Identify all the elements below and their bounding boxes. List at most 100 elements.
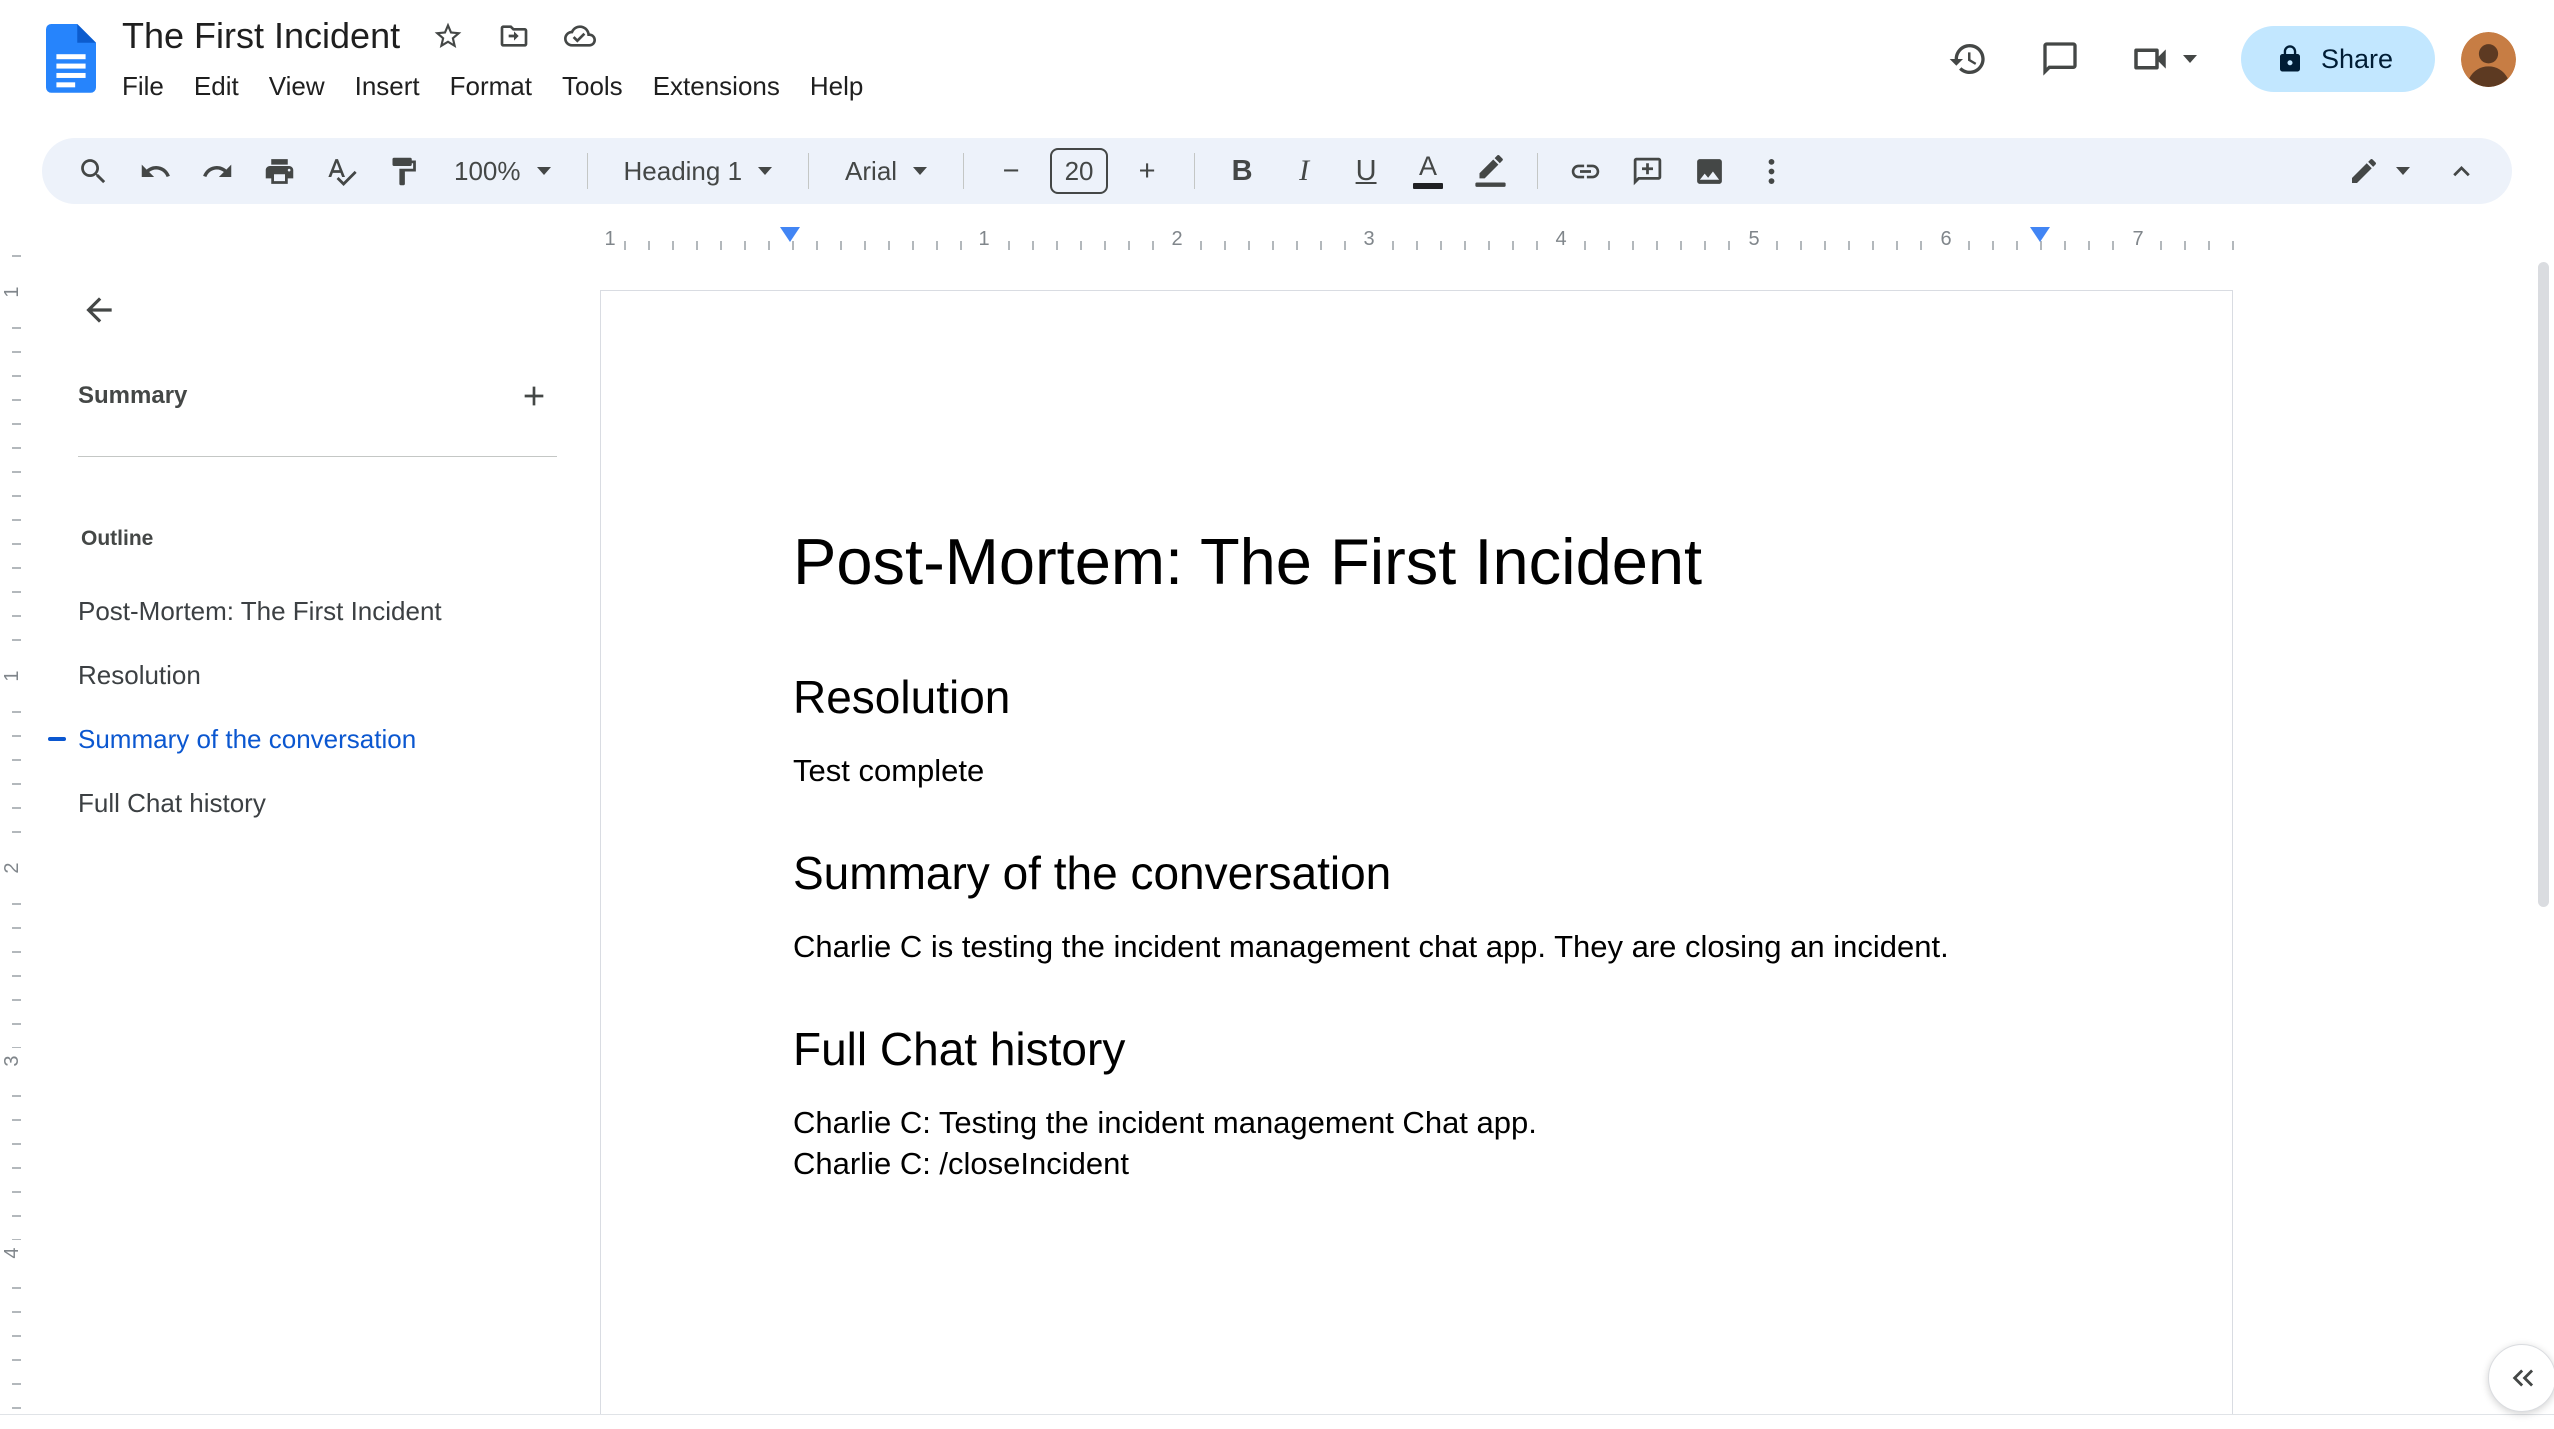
caret-down-icon — [758, 167, 773, 175]
bold-button[interactable]: B — [1215, 144, 1269, 198]
outline-list: Post-Mortem: The First Incident Resoluti… — [26, 579, 586, 835]
outline-item-label: Full Chat history — [78, 787, 266, 818]
menu-edit[interactable]: Edit — [179, 64, 254, 109]
underline-button[interactable]: U — [1339, 144, 1393, 198]
add-summary-button[interactable] — [511, 373, 557, 419]
doc-heading-summary[interactable]: Summary of the conversation — [793, 846, 2044, 900]
text-color-icon: A — [1413, 153, 1444, 189]
plus-icon: + — [1138, 154, 1156, 187]
paint-format-button[interactable] — [376, 144, 430, 198]
viewport-bottom-edge — [0, 1414, 2554, 1429]
outline-item-label: Resolution — [78, 659, 201, 690]
avatar[interactable] — [2461, 31, 2516, 87]
active-item-dash — [48, 737, 66, 741]
divider — [78, 456, 557, 457]
toolbar: 100% Heading 1 Arial − 20 + B I U A — [42, 138, 2512, 204]
zoom-select[interactable]: 100% — [438, 144, 567, 198]
doc-heading-resolution[interactable]: Resolution — [793, 670, 2044, 724]
italic-icon: I — [1299, 154, 1310, 187]
outline-item-resolution[interactable]: Resolution — [26, 643, 586, 707]
move-folder-icon[interactable] — [496, 18, 532, 54]
doc-title-heading[interactable]: Post-Mortem: The First Incident — [793, 524, 2044, 600]
chevron-up-icon — [2452, 165, 2470, 176]
italic-button[interactable]: I — [1277, 144, 1331, 198]
ruler-number: 2 — [1, 855, 25, 881]
header-actions: Share — [1935, 26, 2516, 92]
vertical-scrollbar[interactable] — [2530, 134, 2554, 1414]
cloud-saved-icon — [562, 18, 598, 54]
add-comment-icon — [1633, 157, 1661, 185]
decrease-font-size-button[interactable]: − — [984, 144, 1038, 198]
paint-format-icon — [392, 157, 416, 185]
menu-view[interactable]: View — [254, 64, 340, 109]
menu-extensions[interactable]: Extensions — [638, 64, 795, 109]
title-row: The First Incident — [122, 12, 878, 60]
print-button[interactable] — [252, 144, 306, 198]
undo-icon — [141, 164, 170, 177]
outline-sidebar: Summary Outline Post-Mortem: The First I… — [26, 255, 600, 1414]
doc-paragraph[interactable]: Charlie C: Testing the incident manageme… — [793, 1102, 2044, 1143]
star-icon[interactable] — [430, 18, 466, 54]
menu-tools[interactable]: Tools — [547, 64, 638, 109]
insert-image-button[interactable] — [1682, 144, 1736, 198]
menu-file[interactable]: File — [107, 64, 179, 109]
ruler-number: 7 — [2126, 228, 2150, 251]
toolbar-divider — [963, 153, 965, 189]
underline-icon: U — [1355, 154, 1377, 187]
undo-button[interactable] — [128, 144, 182, 198]
highlight-color-button[interactable] — [1463, 144, 1517, 198]
toolbar-divider — [586, 153, 588, 189]
menu-format[interactable]: Format — [435, 64, 547, 109]
back-button[interactable] — [70, 281, 128, 339]
doc-paragraph[interactable]: Test complete — [793, 750, 2044, 791]
search-icon — [80, 158, 105, 183]
toolbar-divider — [808, 153, 810, 189]
paragraph-style-value: Heading 1 — [623, 155, 743, 186]
pencil-icon — [2352, 158, 2377, 183]
outline-item-full-chat[interactable]: Full Chat history — [26, 771, 586, 835]
google-docs-app: The First Incident File Edit View Insert… — [0, 0, 2554, 1429]
doc-paragraph[interactable]: Charlie C is testing the incident manage… — [793, 926, 2044, 967]
right-indent-marker[interactable] — [2030, 227, 2050, 242]
text-color-button[interactable]: A — [1401, 144, 1455, 198]
menu-bar: File Edit View Insert Format Tools Exten… — [107, 64, 878, 109]
horizontal-ruler[interactable]: 1 1 2 3 4 5 6 7 — [598, 227, 2234, 255]
hide-menus-button[interactable] — [2434, 144, 2488, 198]
insert-link-button[interactable] — [1558, 144, 1612, 198]
print-icon — [265, 158, 293, 184]
caret-down-icon — [913, 167, 928, 175]
plus-icon — [524, 386, 544, 406]
redo-button[interactable] — [190, 144, 244, 198]
ruler-number: 5 — [1742, 228, 1766, 251]
spelling-check-button[interactable] — [314, 144, 368, 198]
ruler-number: 1 — [972, 228, 996, 251]
menu-insert[interactable]: Insert — [340, 64, 435, 109]
search-menus-button[interactable] — [66, 144, 120, 198]
docs-logo-icon[interactable] — [46, 24, 96, 93]
toolbar-divider — [1194, 153, 1196, 189]
meet-button[interactable] — [2119, 38, 2207, 80]
outline-item-post-mortem[interactable]: Post-Mortem: The First Incident — [26, 579, 586, 643]
more-options-button[interactable] — [1744, 144, 1798, 198]
font-select[interactable]: Arial — [829, 144, 943, 198]
doc-paragraph[interactable]: Charlie C: /closeIncident — [793, 1143, 2044, 1184]
font-size-input[interactable]: 20 — [1050, 148, 1109, 194]
ruler-number: 1 — [598, 228, 622, 251]
document-page[interactable]: Post-Mortem: The First Incident Resoluti… — [600, 290, 2233, 1415]
collapse-side-panel-button[interactable] — [2488, 1344, 2554, 1412]
document-title[interactable]: The First Incident — [122, 15, 400, 57]
scrollbar-thumb[interactable] — [2538, 262, 2549, 907]
paragraph-styles-select[interactable]: Heading 1 — [608, 144, 789, 198]
share-button[interactable]: Share — [2240, 26, 2435, 92]
doc-heading-full-chat[interactable]: Full Chat history — [793, 1022, 2044, 1076]
ruler-ticks — [600, 241, 2234, 250]
left-indent-marker[interactable] — [780, 227, 800, 242]
version-history-icon[interactable] — [1935, 26, 2001, 92]
menu-help[interactable]: Help — [795, 64, 878, 109]
spellcheck-icon — [327, 158, 357, 186]
editing-mode-select[interactable] — [2332, 144, 2426, 198]
comments-icon[interactable] — [2027, 26, 2093, 92]
outline-item-summary-active[interactable]: Summary of the conversation — [26, 707, 586, 771]
add-comment-button[interactable] — [1620, 144, 1674, 198]
increase-font-size-button[interactable]: + — [1120, 144, 1174, 198]
